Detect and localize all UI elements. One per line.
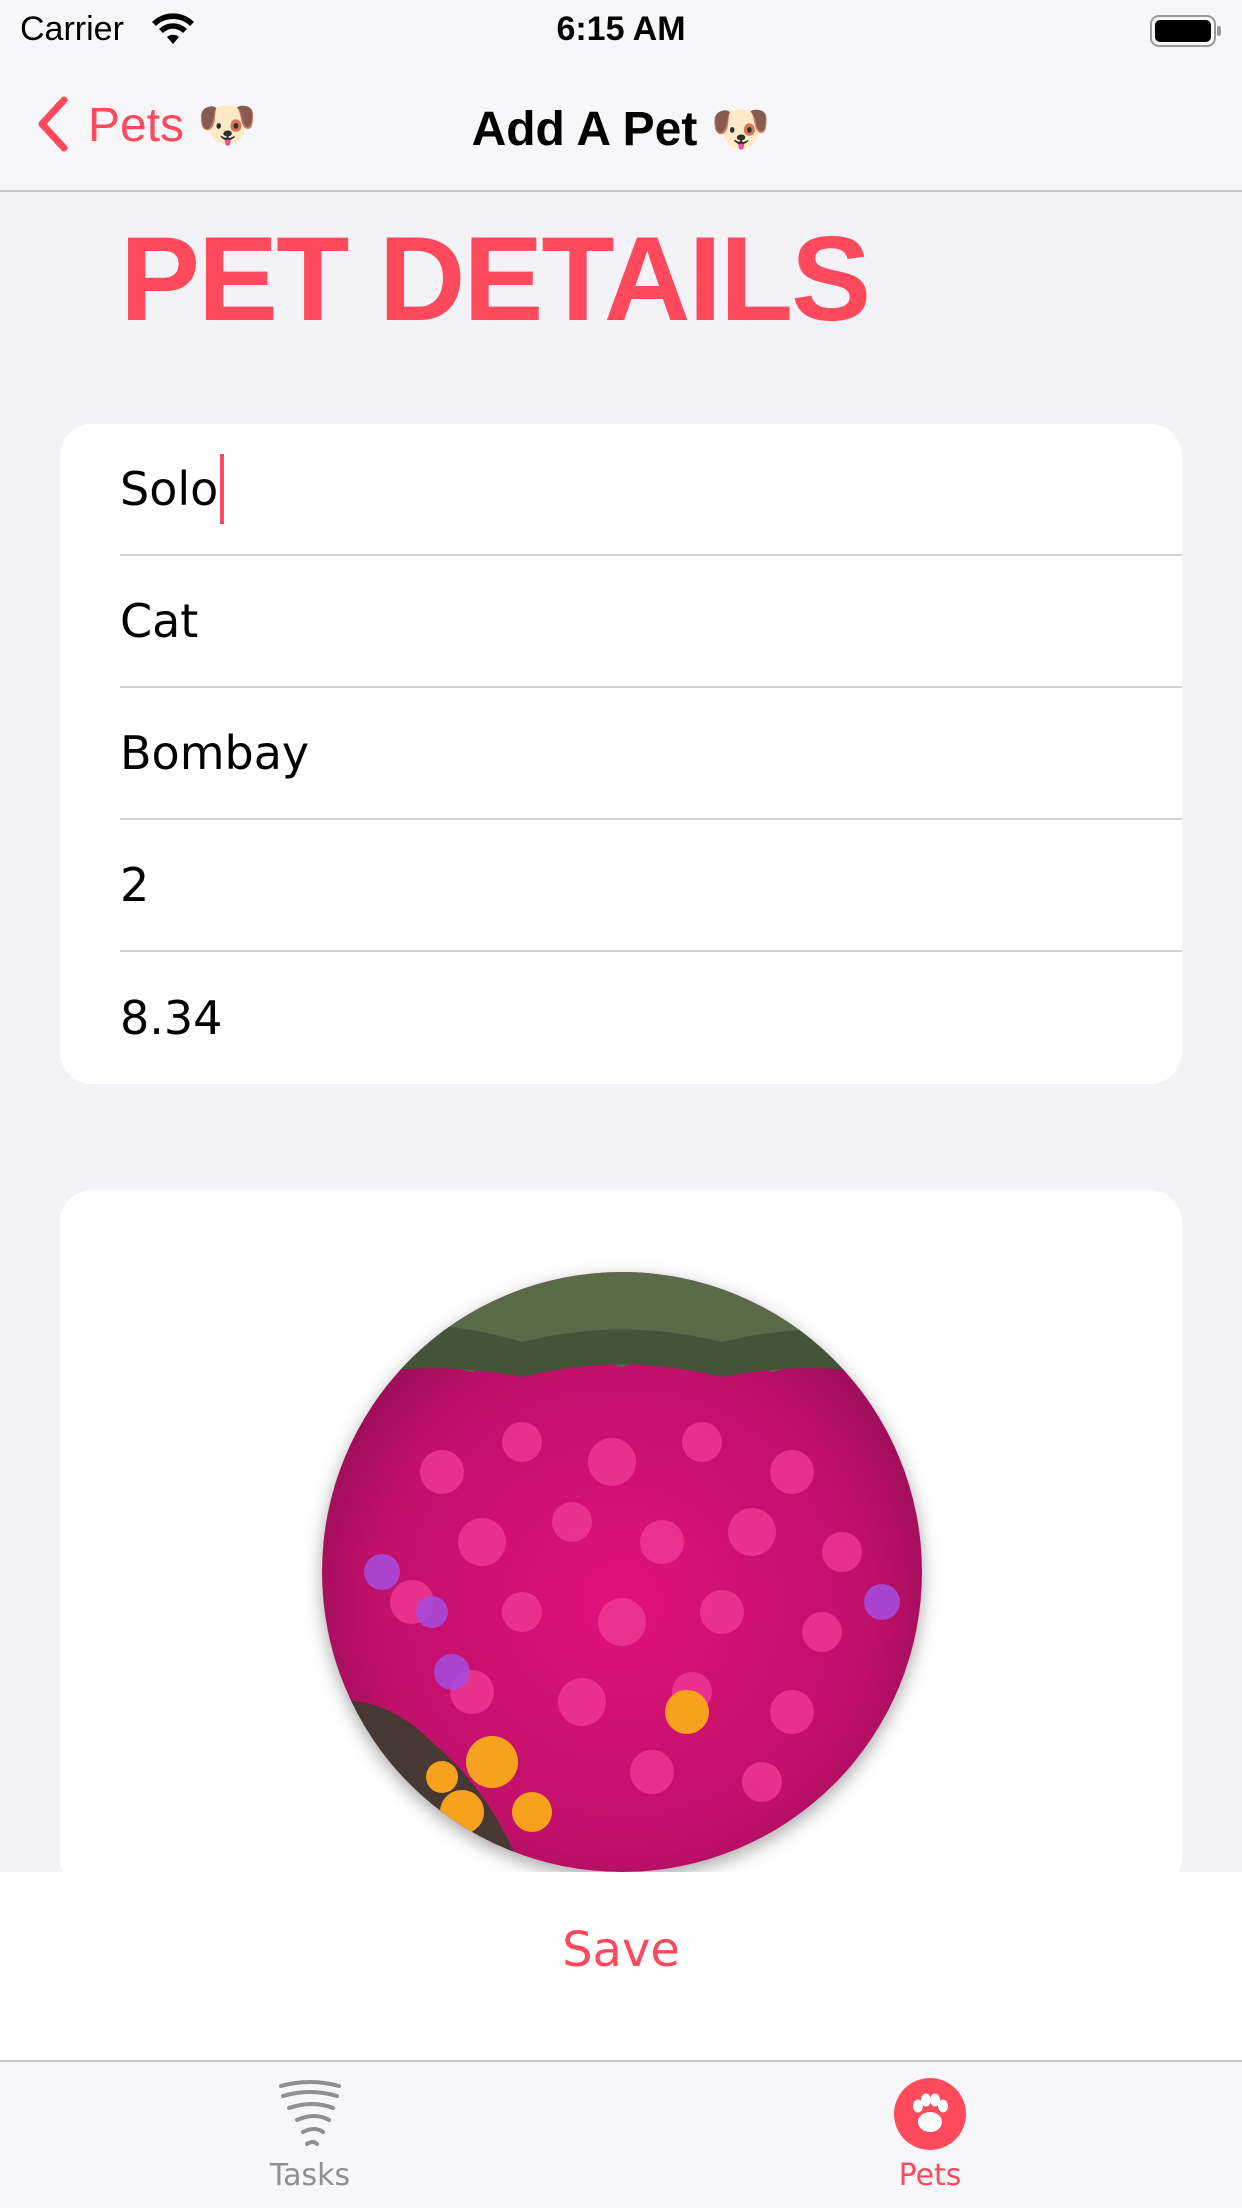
pet-breed-value: Bombay	[120, 726, 310, 780]
pet-photo[interactable]	[322, 1272, 922, 1872]
pet-name-field[interactable]: Solo	[120, 424, 1182, 556]
tornado-icon	[279, 2080, 341, 2146]
section-title: PET DETAILS	[120, 212, 871, 346]
pet-details-form: Solo Cat Bombay 2 8.34	[60, 424, 1182, 1084]
pet-photo-card	[60, 1190, 1182, 1890]
text-caret	[220, 454, 225, 524]
pet-weight-value: 8.34	[120, 991, 223, 1045]
status-time: 6:15 AM	[556, 10, 686, 48]
pet-species-field[interactable]: Cat	[120, 556, 1182, 688]
pet-name-value: Solo	[120, 462, 219, 516]
navigation-bar: Pets 🐶 Add A Pet 🐶	[0, 62, 1242, 192]
save-button[interactable]: Save	[0, 1922, 1242, 1978]
battery-icon	[1150, 15, 1221, 47]
status-bar: Carrier 6:15 AM	[0, 0, 1242, 62]
save-bar: Save	[0, 1872, 1242, 2060]
pet-weight-field[interactable]: 8.34	[120, 952, 1182, 1084]
tab-pets-label: Pets	[898, 2158, 962, 2193]
tab-bar: Tasks Pets	[0, 2060, 1242, 2208]
tab-tasks[interactable]: Tasks	[210, 2076, 410, 2193]
pet-age-field[interactable]: 2	[120, 820, 1182, 952]
page-title: Add A Pet 🐶	[471, 103, 771, 156]
pet-age-value: 2	[120, 858, 150, 912]
pet-species-value: Cat	[120, 594, 199, 648]
paw-icon	[894, 2078, 966, 2150]
tab-pets[interactable]: Pets	[830, 2076, 1030, 2193]
flower-photo-image	[322, 1272, 922, 1872]
tab-tasks-label: Tasks	[269, 2158, 351, 2193]
pet-breed-field[interactable]: Bombay	[120, 688, 1182, 820]
